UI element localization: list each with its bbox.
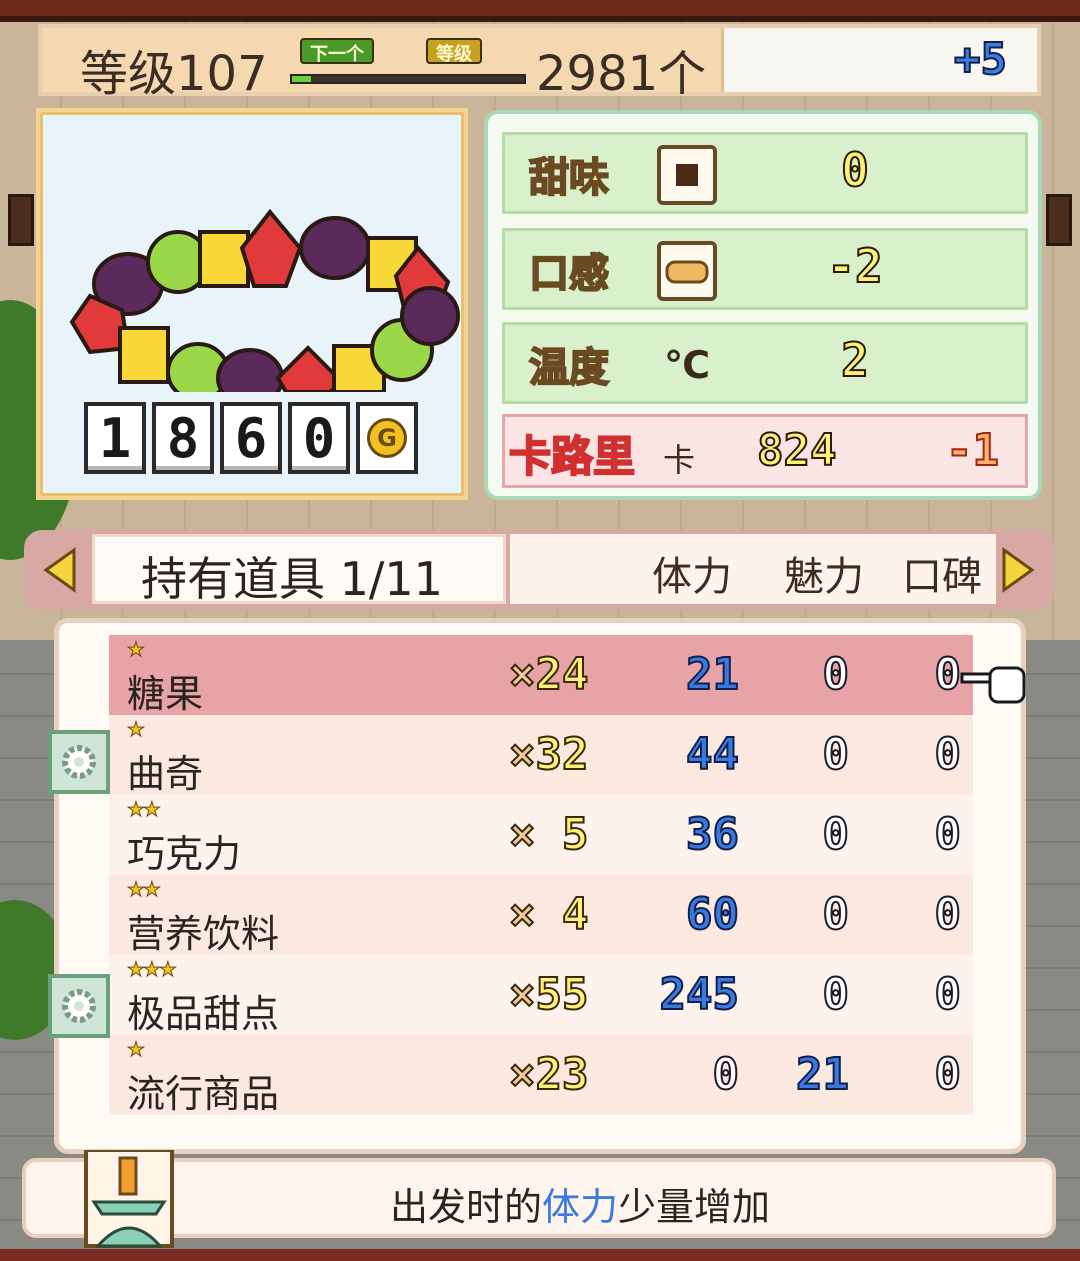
level-section: 等级107 下一个 等级 2981个: [42, 28, 724, 102]
rarity-stars: ★: [127, 1037, 146, 1062]
item-row[interactable]: ★ 曲奇 ×32 44 0 0: [109, 715, 973, 796]
food-stats-panel: 甜味 0 口感 -2 温度 ℃ 2 卡路里 卡 824 -1: [484, 110, 1042, 500]
calories-label: 卡路里: [508, 431, 636, 482]
next-tag: 下一个: [300, 38, 374, 65]
inventory-title-box: 持有道具 1/11: [92, 534, 506, 606]
item-reputation: 0: [934, 728, 963, 781]
item-reputation: 0: [934, 888, 963, 941]
inventory-list: ★ 糖果 ×24 21 0 0 ★ 曲奇 ×32 44 0 0 ★★ 巧克力 ×…: [54, 618, 1026, 1154]
food-preview-panel: 1 8 6 0 G: [36, 108, 468, 500]
calories-unit: 卡: [663, 441, 696, 479]
column-headers: 体力 魅力 口碑: [510, 534, 996, 604]
item-charm: 0: [822, 888, 851, 941]
rarity-stars: ★★★: [127, 957, 178, 982]
level-label: 等级107: [80, 46, 268, 102]
remaining-count: 2981个: [536, 46, 707, 102]
gold-coin-icon: G: [356, 402, 418, 474]
texture-label: 口感: [528, 250, 610, 298]
stat-row-sweetness: 甜味 0: [502, 132, 1028, 214]
price-digit: 8: [152, 402, 214, 474]
item-row[interactable]: ★★ 巧克力 × 5 36 0 0: [109, 795, 973, 876]
level-header: 等级107 下一个 等级 2981个 +5: [38, 24, 1041, 102]
item-charm: 0: [822, 808, 851, 861]
celsius-icon: ℃: [663, 343, 710, 387]
item-reputation: 0: [934, 968, 963, 1021]
progress-fill: [292, 76, 311, 82]
item-name: 巧克力: [127, 832, 242, 876]
item-name: 营养饮料: [127, 912, 280, 956]
price-display: 1 8 6 0 G: [84, 402, 418, 474]
sweetness-value: 0: [840, 142, 870, 198]
stat-row-texture: 口感 -2: [502, 228, 1028, 310]
rarity-stars: ★★: [127, 877, 162, 902]
level-tag: 等级: [426, 38, 482, 65]
rarity-stars: ★: [127, 637, 146, 662]
calories-value: 824: [756, 424, 837, 477]
item-reputation: 0: [934, 808, 963, 861]
item-reputation: 0: [934, 1048, 963, 1101]
gear-icon[interactable]: [48, 730, 110, 794]
temperature-label: 温度: [528, 344, 610, 392]
item-quantity: ×32: [508, 728, 589, 781]
prev-page-button[interactable]: [38, 540, 82, 600]
item-row[interactable]: ★ 糖果 ×24 21 0 0: [109, 635, 973, 716]
item-stamina: 60: [685, 888, 740, 941]
rarity-stars: ★★: [127, 797, 162, 822]
item-stamina: 44: [685, 728, 740, 781]
arrow-left-icon: [43, 547, 76, 593]
item-quantity: ×55: [508, 968, 589, 1021]
item-name: 曲奇: [127, 752, 204, 796]
item-stamina: 245: [659, 968, 740, 1021]
item-row[interactable]: ★★ 营养饮料 × 4 60 0 0: [109, 875, 973, 956]
item-description-bar: 出发时的体力少量增加: [22, 1158, 1056, 1238]
price-digit: 0: [288, 402, 350, 474]
item-reputation: 0: [934, 648, 963, 701]
item-stamina: 0: [712, 1048, 741, 1101]
item-row[interactable]: ★ 流行商品 ×23 0 21 0: [109, 1035, 973, 1116]
texture-value: -2: [826, 238, 883, 294]
calories-delta: -1: [945, 424, 1000, 477]
stat-row-temperature: 温度 ℃ 2: [502, 322, 1028, 404]
item-description: 出发时的体力少量增加: [390, 1185, 771, 1229]
price-digit: 1: [84, 402, 146, 474]
inventory-header: 持有道具 1/11 体力 魅力 口碑: [24, 530, 1054, 610]
col-charm: 魅力: [784, 554, 864, 600]
level-progress: 下一个 等级: [290, 36, 526, 86]
item-quantity: × 4: [508, 888, 589, 941]
item-name: 糖果: [127, 672, 204, 716]
item-stamina: 36: [685, 808, 740, 861]
arrow-right-icon: [1002, 547, 1035, 593]
scale-icon: [84, 1150, 174, 1248]
item-row[interactable]: ★★★ 极品甜点 ×55 245 0 0: [109, 955, 973, 1036]
progress-bar: [290, 74, 526, 84]
item-charm: 0: [822, 968, 851, 1021]
item-quantity: ×24: [508, 648, 589, 701]
square-dot-icon: [657, 145, 717, 205]
stat-row-calories: 卡路里 卡 824 -1: [502, 414, 1028, 488]
item-quantity: × 5: [508, 808, 589, 861]
inventory-title: 持有道具 1/11: [141, 552, 443, 606]
item-quantity: ×23: [508, 1048, 589, 1101]
fruit-ring-image: [69, 208, 460, 392]
gear-icon[interactable]: [48, 974, 110, 1038]
rarity-stars: ★: [127, 717, 146, 742]
price-digit: 6: [220, 402, 282, 474]
item-stamina: 21: [685, 648, 740, 701]
col-stamina: 体力: [652, 554, 732, 600]
item-charm: 21: [795, 1048, 850, 1101]
bread-icon: [657, 241, 717, 301]
col-reputation: 口碑: [902, 554, 982, 600]
item-charm: 0: [822, 648, 851, 701]
pointing-hand-icon: [960, 666, 1026, 704]
next-page-button[interactable]: [996, 540, 1040, 600]
bonus-value: +5: [953, 33, 1008, 86]
item-name: 流行商品: [127, 1072, 280, 1116]
temperature-value: 2: [840, 332, 870, 388]
sweetness-label: 甜味: [528, 154, 610, 202]
item-name: 极品甜点: [127, 992, 280, 1036]
item-charm: 0: [822, 728, 851, 781]
